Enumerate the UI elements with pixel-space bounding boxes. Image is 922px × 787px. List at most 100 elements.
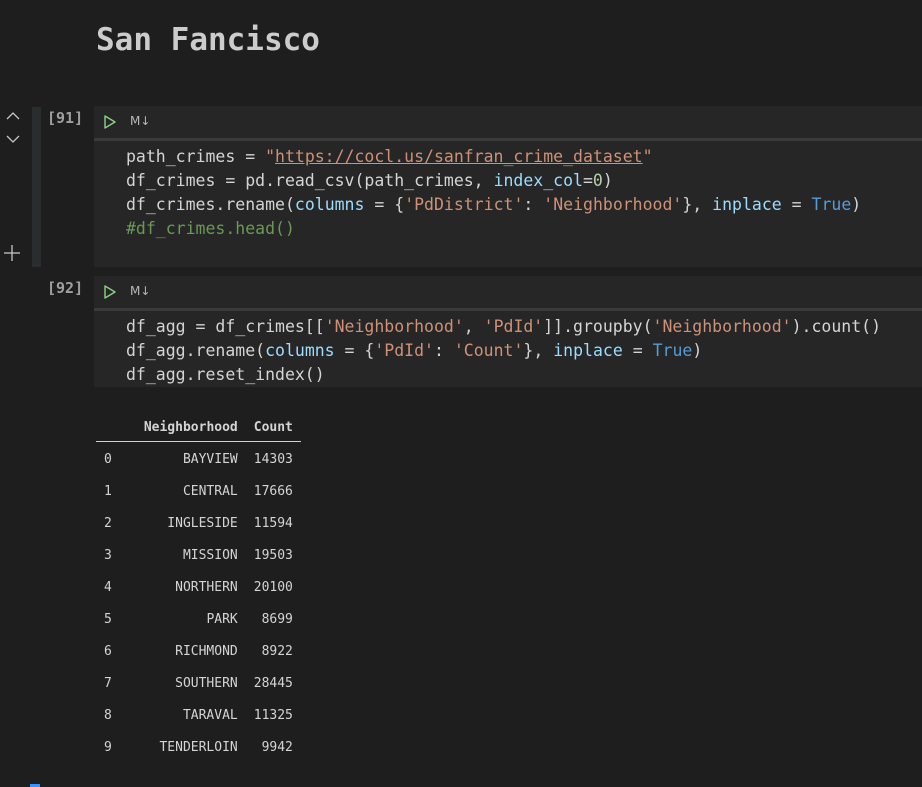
table-row: 5 PARK 8699	[96, 604, 301, 636]
row-index: 2	[104, 516, 112, 531]
neighborhood-cell: TARAVAL	[182, 708, 238, 723]
code-token: =	[582, 171, 593, 190]
code-token: 'Neighborhood'	[543, 195, 683, 214]
code-token: 'Count'	[453, 341, 524, 360]
code-token: "	[642, 147, 653, 166]
cell-focus-indicator	[32, 107, 41, 267]
row-index: 0	[104, 452, 112, 467]
code-line: #df_crimes.head()	[126, 217, 922, 241]
count-cell: 19503	[253, 548, 293, 563]
neighborhood-cell: MISSION	[182, 548, 238, 563]
code-token: 'Neighborhood'	[324, 317, 464, 336]
execution-count: [92]	[47, 279, 84, 297]
count-cell: 28445	[253, 676, 293, 691]
code-token: ]].groupby(	[543, 317, 653, 336]
code-token: )	[602, 171, 613, 190]
code-token: )	[692, 341, 703, 360]
markdown-toggle[interactable]: M↓	[130, 114, 150, 128]
code-token: ,	[463, 317, 484, 336]
code-cell[interactable]: M↓ path_crimes = "https://cocl.us/sanfra…	[94, 106, 922, 267]
row-index: 5	[104, 612, 112, 627]
chevron-down-icon[interactable]	[5, 131, 21, 147]
code-cell[interactable]: M↓ df_agg = df_crimes[['Neighborhood', '…	[94, 276, 922, 387]
neighborhood-cell: NORTHERN	[175, 580, 238, 595]
neighborhood-cell: PARK	[206, 612, 238, 627]
neighborhood-cell: TENDERLOIN	[159, 740, 238, 755]
count-cell: 11594	[253, 516, 293, 531]
code-token: = {	[364, 195, 405, 214]
code-line: path_crimes = "https://cocl.us/sanfran_c…	[126, 145, 922, 169]
code-token: df_agg.rename(	[126, 341, 266, 360]
column-header: Neighborhood	[135, 416, 246, 442]
code-token: 0	[592, 171, 603, 190]
run-icon[interactable]	[103, 285, 117, 299]
row-index: 9	[104, 740, 112, 755]
count-cell: 17666	[253, 484, 293, 499]
neighborhood-cell: SOUTHERN	[175, 676, 238, 691]
table-row: 9 TENDERLOIN 9942	[96, 732, 301, 764]
table-row: 8 TARAVAL 11325	[96, 700, 301, 732]
code-token: df_agg.reset_index()	[126, 365, 325, 384]
code-line: df_agg = df_crimes[['Neighborhood', 'PdI…	[126, 315, 922, 339]
count-cell: 8922	[261, 644, 293, 659]
code-token: :	[523, 195, 544, 214]
code-token: path_crimes =	[126, 147, 266, 166]
row-index: 4	[104, 580, 112, 595]
code-token: },	[523, 341, 554, 360]
row-index: 3	[104, 548, 112, 563]
row-index: 7	[104, 676, 112, 691]
code-token: index_col	[493, 171, 583, 190]
table-row: 1 CENTRAL 17666	[96, 476, 301, 508]
code-token: =	[622, 341, 653, 360]
cell-output: Neighborhood Count 0 BAYVIEW 14303 1 CENTRAL…	[96, 416, 301, 764]
code-token: #df_crimes.head()	[126, 219, 295, 238]
row-index: 6	[104, 644, 112, 659]
code-token: :	[433, 341, 454, 360]
code-token: columns	[294, 195, 365, 214]
code-token: 'PdId'	[374, 341, 434, 360]
markdown-toggle[interactable]: M↓	[130, 284, 150, 298]
table-row: 3 MISSION 19503	[96, 540, 301, 572]
code-token: = {	[334, 341, 375, 360]
dataframe-table: Neighborhood Count 0 BAYVIEW 14303 1 CENTRAL…	[96, 416, 301, 764]
code-token: },	[682, 195, 713, 214]
code-token: df_crimes = pd.read_csv(path_crimes,	[126, 171, 494, 190]
count-cell: 11325	[253, 708, 293, 723]
neighborhood-cell: CENTRAL	[182, 484, 238, 499]
count-cell: 20100	[253, 580, 293, 595]
plus-icon[interactable]	[3, 244, 21, 262]
neighborhood-cell: BAYVIEW	[182, 452, 238, 467]
code-token: 'PdId'	[483, 317, 544, 336]
table-row: 2 INGLESIDE 11594	[96, 508, 301, 540]
column-header	[96, 416, 136, 442]
code-token: =	[781, 195, 812, 214]
code-token: inplace	[553, 341, 623, 360]
code-token: "	[265, 147, 276, 166]
count-cell: 9942	[261, 740, 293, 755]
code-token: df_crimes.rename(	[126, 195, 295, 214]
code-token: True	[652, 341, 693, 360]
code-line: df_agg.rename(columns = {'PdId': 'Count'…	[126, 339, 922, 363]
neighborhood-cell: RICHMOND	[175, 644, 238, 659]
code-editor[interactable]: path_crimes = "https://cocl.us/sanfran_c…	[94, 141, 922, 241]
execution-count: [91]	[47, 109, 84, 127]
run-icon[interactable]	[103, 115, 117, 129]
notebook-page: San Fancisco [91] M↓ path_crimes = "http…	[0, 0, 922, 787]
count-cell: 8699	[261, 612, 293, 627]
code-token: df_agg = df_crimes[[	[126, 317, 325, 336]
code-editor[interactable]: df_agg = df_crimes[['Neighborhood', 'PdI…	[94, 311, 922, 387]
code-token: )	[851, 195, 862, 214]
code-token: ).count()	[791, 317, 882, 336]
neighborhood-cell: INGLESIDE	[167, 516, 238, 531]
chevron-up-icon[interactable]	[5, 108, 21, 124]
code-token: inplace	[712, 195, 782, 214]
table-row: 4 NORTHERN 20100	[96, 572, 301, 604]
table-header-row: Neighborhood Count	[96, 416, 301, 442]
code-line: df_agg.reset_index()	[126, 363, 922, 387]
table-row: 6 RICHMOND 8922	[96, 636, 301, 668]
cell-toolbar: M↓	[94, 106, 922, 138]
count-cell: 14303	[253, 452, 293, 467]
code-line: df_crimes.rename(columns = {'PdDistrict'…	[126, 193, 922, 217]
code-line: df_crimes = pd.read_csv(path_crimes, ind…	[126, 169, 922, 193]
code-token: 'Neighborhood'	[652, 317, 792, 336]
